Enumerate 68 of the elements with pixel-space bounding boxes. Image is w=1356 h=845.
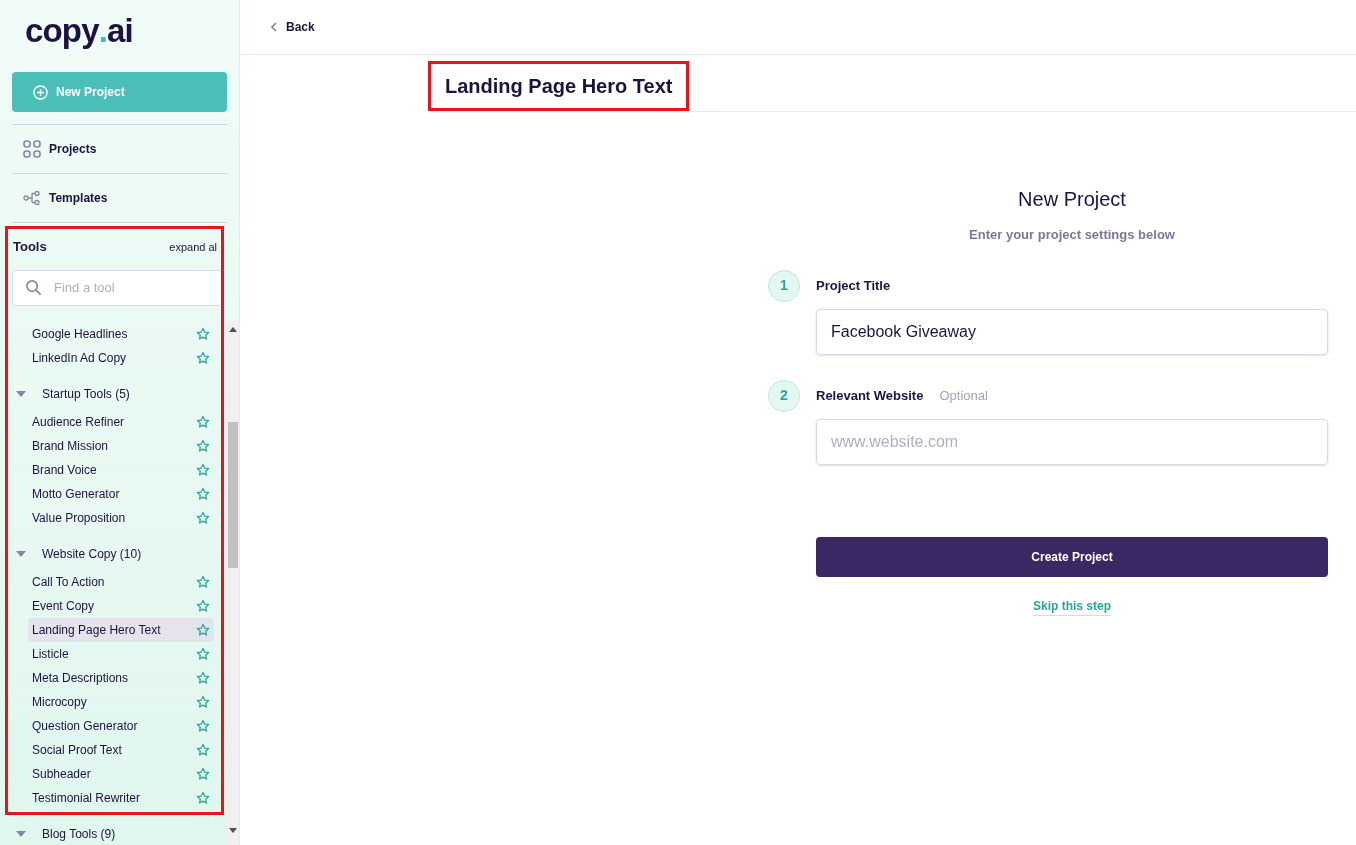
- tool-search-field[interactable]: Find a tool: [12, 269, 222, 306]
- star-icon[interactable]: [196, 510, 210, 525]
- caret-icon[interactable]: [16, 389, 26, 398]
- star-icon[interactable]: [196, 462, 210, 477]
- tool-item[interactable]: Motto Generator: [28, 481, 214, 506]
- tool-item[interactable]: Meta Descriptions: [28, 665, 214, 690]
- star-icon[interactable]: [196, 326, 210, 341]
- nav-link[interactable]: Templates: [12, 174, 227, 222]
- scroll-down-icon[interactable]: [228, 828, 237, 833]
- tool-item[interactable]: Event Copy: [28, 593, 214, 618]
- tools-heading: Tools: [13, 238, 47, 256]
- field-label: Relevant Website: [816, 386, 924, 405]
- text-field[interactable]: www.website.com: [816, 418, 1328, 465]
- star-icon[interactable]: [196, 766, 210, 781]
- tool-item[interactable]: Call To Action: [28, 569, 214, 594]
- nodes-icon: [23, 191, 41, 205]
- star-icon[interactable]: [196, 670, 210, 685]
- scroll-thumb[interactable]: [227, 421, 238, 568]
- optional-note: Optional: [939, 386, 988, 405]
- caret-icon[interactable]: [16, 829, 26, 838]
- scrollbar[interactable]: [226, 320, 239, 845]
- tool-item[interactable]: Google Headlines: [28, 321, 214, 346]
- star-icon[interactable]: [196, 646, 210, 661]
- star-icon[interactable]: [196, 718, 210, 733]
- star-icon[interactable]: [196, 486, 210, 501]
- star-icon[interactable]: [196, 574, 210, 589]
- form-title: New Project: [1018, 187, 1126, 212]
- star-icon[interactable]: [196, 598, 210, 613]
- star-icon[interactable]: [196, 350, 210, 365]
- star-icon[interactable]: [196, 622, 210, 637]
- search-icon: [25, 279, 42, 296]
- tool-group-header[interactable]: Website Copy (10): [0, 541, 226, 566]
- tool-item[interactable]: Social Proof Text: [28, 737, 214, 762]
- logo[interactable]: copy.ai: [25, 6, 239, 50]
- tool-item[interactable]: Listicle: [28, 641, 214, 666]
- tool-item[interactable]: Testimonial Rewriter: [28, 785, 214, 810]
- step-number: 1: [768, 269, 800, 302]
- tool-item[interactable]: Brand Voice: [28, 457, 214, 482]
- tool-item[interactable]: LinkedIn Ad Copy: [28, 345, 214, 370]
- form-subtitle: Enter your project settings below: [969, 226, 1175, 244]
- tool-group-header[interactable]: Startup Tools (5): [0, 381, 226, 406]
- tool-item[interactable]: Question Generator: [28, 713, 214, 738]
- star-icon[interactable]: [196, 694, 210, 709]
- grid-icon: [23, 140, 41, 158]
- star-icon[interactable]: [196, 414, 210, 429]
- tool-item[interactable]: Microcopy: [28, 689, 214, 714]
- tool-item[interactable]: Brand Mission: [28, 433, 214, 458]
- tool-item[interactable]: Value Proposition: [28, 505, 214, 530]
- create-project-button[interactable]: Create Project: [816, 536, 1328, 577]
- star-icon[interactable]: [196, 438, 210, 453]
- field-label: Project Title: [816, 276, 891, 295]
- star-icon[interactable]: [196, 790, 210, 805]
- tool-item[interactable]: Landing Page Hero Text: [28, 617, 214, 642]
- page-title: Landing Page Hero Text: [428, 60, 690, 111]
- tool-search-input[interactable]: Find a tool: [54, 277, 194, 298]
- tool-item[interactable]: Audience Refiner: [28, 409, 214, 434]
- star-icon[interactable]: [196, 742, 210, 757]
- plus-circle-icon: [33, 84, 48, 100]
- chevron-left-icon: [271, 22, 277, 32]
- tool-item[interactable]: Subheader: [28, 761, 214, 786]
- back-link[interactable]: Back: [271, 18, 315, 36]
- expand-all-link[interactable]: expand al: [169, 238, 217, 255]
- text-field[interactable]: Facebook Giveaway: [816, 308, 1328, 355]
- caret-icon[interactable]: [16, 549, 26, 558]
- tool-group-header[interactable]: Blog Tools (9): [0, 821, 226, 845]
- step-number: 2: [768, 379, 800, 412]
- scroll-up-icon[interactable]: [228, 326, 237, 332]
- nav-link[interactable]: Projects: [12, 125, 227, 173]
